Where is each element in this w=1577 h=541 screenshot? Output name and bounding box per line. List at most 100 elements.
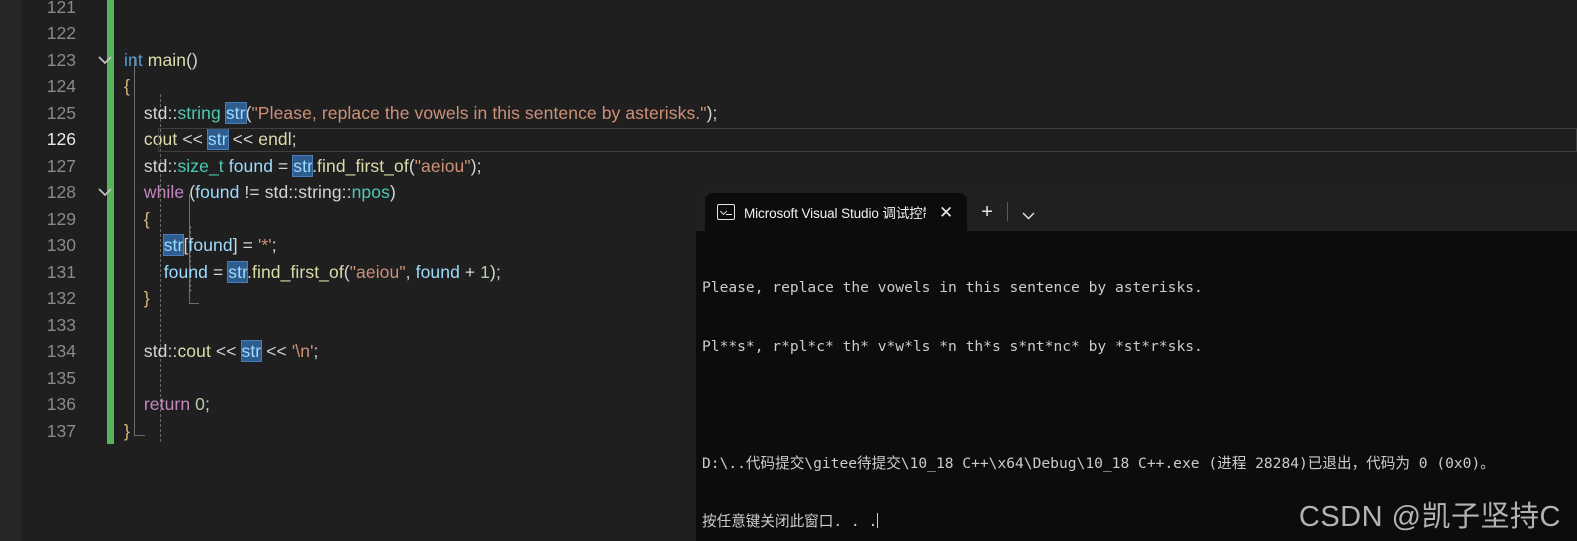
line-number: 134 [0, 341, 76, 362]
token-std-ns: std:: [144, 156, 178, 176]
token-semicolon: ; [713, 103, 718, 123]
token-npos: npos [352, 182, 390, 202]
code-line-127[interactable]: 127 std::size_t found = str.find_first_o… [0, 153, 1577, 180]
token-var-found: found [188, 235, 232, 255]
terminal-output-line: Pl**s*, r*pl*c* th* v*w*ls *n th*s s*nt*… [702, 337, 1577, 357]
token-std-ns: std:: [144, 341, 178, 361]
token-var-str-selected: str [228, 262, 247, 282]
line-number: 135 [0, 368, 76, 389]
token-brace-open: { [124, 76, 130, 96]
token-semicolon: ; [205, 394, 210, 414]
token-type-size-t: size_t [177, 156, 223, 176]
code-line-123[interactable]: 123 int main() [0, 47, 1577, 74]
token-brace-close: } [124, 421, 130, 441]
terminal-output-line: D:\..代码提交\gitee待提交\10_18 C++\x64\Debug\1… [702, 454, 1577, 474]
token-brace-open: { [144, 209, 150, 229]
token-var-found: found [195, 182, 239, 202]
token-string-literal: "Please, replace the vowels in this sent… [252, 103, 707, 123]
code-line-126-current[interactable]: 126 cout << str << endl; [0, 127, 1577, 154]
token-neq-op: != [244, 182, 259, 202]
token-cout: cout [177, 341, 210, 361]
token-var-str-selected: str [164, 235, 184, 255]
terminal-tab-bar[interactable]: Microsoft Visual Studio 调试控制台 ✕ + [696, 186, 1577, 231]
token-semicolon: ; [314, 341, 319, 361]
token-keyword-while: while [144, 182, 184, 202]
line-content: std::string str("Please, replace the vow… [122, 103, 717, 124]
line-number: 121 [0, 0, 76, 18]
token-string-aeiou: "aeiou" [415, 156, 471, 176]
line-number: 122 [0, 23, 76, 44]
line-number: 128 [0, 182, 76, 203]
code-line-125[interactable]: 125 std::string str("Please, replace the… [0, 100, 1577, 127]
line-content: std::cout << str << '\n'; [122, 341, 318, 362]
line-number: 129 [0, 209, 76, 230]
token-var-str-selected: str [293, 156, 312, 176]
fold-chevron-down-icon[interactable] [88, 56, 122, 65]
token-equals: = [278, 156, 288, 176]
line-content: { [122, 209, 150, 230]
token-var-found: found [164, 262, 208, 282]
line-number: 124 [0, 76, 76, 97]
line-number: 137 [0, 421, 76, 442]
new-tab-button[interactable]: + [967, 202, 1007, 222]
token-shift-op: << [216, 341, 237, 361]
token-var-str-selected: str [226, 103, 246, 123]
token-number-one: 1 [480, 262, 490, 282]
close-icon[interactable]: ✕ [935, 202, 957, 223]
line-content: std::size_t found = str.find_first_of("a… [122, 156, 482, 177]
code-line-122[interactable]: 122 [0, 21, 1577, 48]
token-shift-op: << [182, 129, 203, 149]
terminal-tab-title: Microsoft Visual Studio 调试控制台 [744, 202, 926, 222]
token-keyword-int: int [124, 50, 143, 70]
code-line-124[interactable]: 124 { [0, 74, 1577, 101]
token-semicolon: ; [477, 156, 482, 176]
token-semicolon: ; [292, 129, 297, 149]
token-var-str-selected: str [208, 129, 228, 149]
line-number: 131 [0, 262, 76, 283]
token-std-string-scope: std::string:: [265, 182, 352, 202]
terminal-prompt-text: 按任意键关闭此窗口. . . [702, 513, 877, 530]
chevron-down-icon[interactable] [1008, 212, 1049, 220]
token-find-first-of: find_first_of [317, 156, 409, 176]
token-paren-close: ) [390, 182, 396, 202]
token-shift-op: << [233, 129, 254, 149]
token-semicolon: ; [496, 262, 501, 282]
token-comma: , [406, 262, 411, 282]
line-content: cout << str << endl; [122, 129, 297, 150]
line-content: int main() [122, 50, 198, 71]
token-paren-close: ) [192, 50, 198, 70]
line-content: found = str.find_first_of("aeiou", found… [122, 262, 501, 283]
line-number: 123 [0, 50, 76, 71]
token-equals: = [213, 262, 223, 282]
token-brace-close: } [144, 288, 150, 308]
token-keyword-return: return [144, 394, 190, 414]
token-char-star: '*' [258, 235, 272, 255]
fold-chevron-down-icon[interactable] [88, 188, 122, 197]
screenshot-root: 121 122 123 int main() 124 [0, 0, 1577, 541]
line-number: 125 [0, 103, 76, 124]
line-content: str[found] = '*'; [122, 235, 277, 256]
line-number: 127 [0, 156, 76, 177]
terminal-blank-line [702, 395, 1577, 415]
token-semicolon: ; [272, 235, 277, 255]
token-function-main: main [148, 50, 186, 70]
terminal-tab-active[interactable]: Microsoft Visual Studio 调试控制台 ✕ [705, 193, 967, 231]
console-icon [717, 204, 735, 220]
line-content: return 0; [122, 394, 210, 415]
token-cout: cout [144, 129, 177, 149]
line-number: 126 [0, 129, 76, 150]
line-number: 133 [0, 315, 76, 336]
line-content: { [122, 76, 130, 97]
code-line-121[interactable]: 121 [0, 0, 1577, 21]
token-equals: = [243, 235, 253, 255]
line-content: } [122, 421, 130, 442]
text-caret [877, 513, 878, 528]
token-plus: + [465, 262, 475, 282]
terminal-output-line: Please, replace the vowels in this sente… [702, 278, 1577, 298]
csdn-watermark: CSDN @凯子坚持C [1299, 493, 1561, 535]
token-var-found: found [416, 262, 460, 282]
line-number: 130 [0, 235, 76, 256]
debug-console-window[interactable]: Microsoft Visual Studio 调试控制台 ✕ + Please… [696, 186, 1577, 541]
token-find-first-of: find_first_of [252, 262, 344, 282]
line-number: 132 [0, 288, 76, 309]
